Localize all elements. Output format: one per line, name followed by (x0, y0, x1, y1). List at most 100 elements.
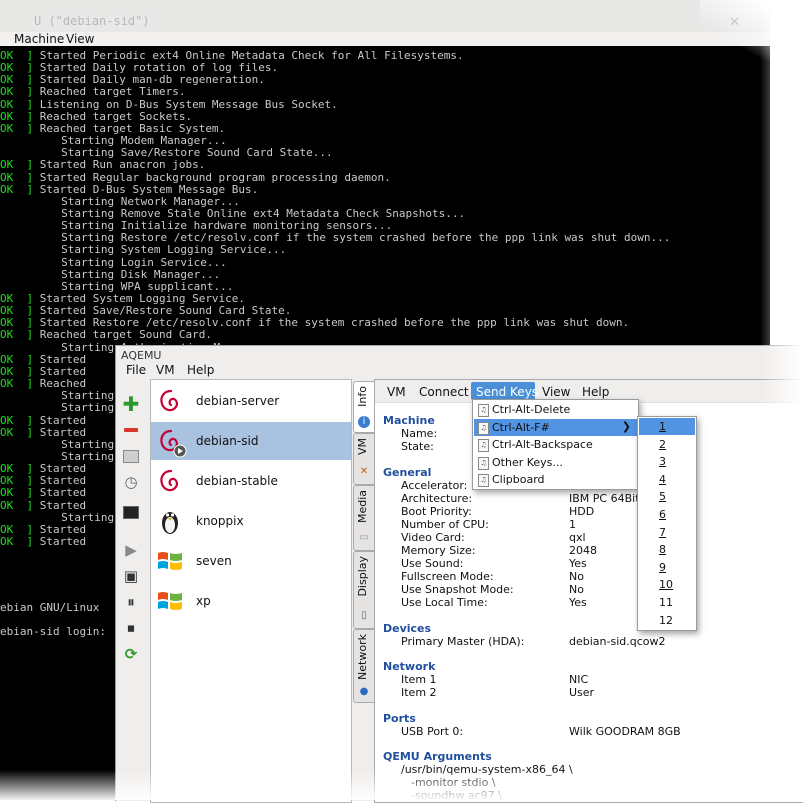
console-line-text: Starting (61, 389, 115, 403)
display-icon: ▯ (361, 610, 367, 621)
property-label: Use Snapshot Mode: (401, 583, 514, 596)
section-machine: Machine (383, 414, 435, 427)
vm-list-item[interactable]: debian-stable (151, 462, 351, 500)
tab-vm[interactable]: VM ✕ (353, 433, 376, 485)
fkey-item[interactable]: 10 (639, 576, 695, 593)
menu-file[interactable]: File (126, 363, 146, 377)
fkey-item[interactable]: 1 (639, 418, 695, 435)
vm-list-item[interactable]: knoppix (151, 502, 351, 540)
fkey-item[interactable]: 6 (639, 506, 695, 523)
ok-status: OK ] (0, 316, 34, 330)
console-line-text: Started Periodic ext4 Online Metadata Ch… (39, 49, 464, 62)
fkey-label: 12 (659, 613, 673, 627)
info-menu-connect[interactable]: Connect (419, 385, 469, 399)
send-keys-item[interactable]: ♫ Clipboard (474, 471, 637, 488)
fkeys-submenu: 1 2 3 4 5 6 7 8 9 10 11 12 (637, 416, 697, 631)
property-value: Yes (569, 596, 587, 609)
remove-vm-icon[interactable] (121, 420, 141, 440)
network-item-value: User (569, 686, 595, 699)
send-keys-item[interactable]: ♫ Other Keys... (474, 454, 637, 471)
play-icon[interactable]: ▶ (121, 540, 141, 560)
qemu-arg-line: /usr/bin/qemu-system-x86_64 \ (401, 763, 573, 776)
menu-help[interactable]: Help (187, 363, 214, 377)
console-line-text: Started (39, 364, 87, 378)
clock-icon[interactable]: ◷ (121, 472, 141, 492)
console-line: OK ] Started D-Bus System Message Bus. (0, 182, 259, 196)
media-icon: ▭ (359, 532, 369, 543)
fkey-item[interactable]: 12 (639, 612, 695, 629)
ok-status: OK ] (0, 85, 34, 99)
console-line-text: Starting Login Service... (61, 255, 227, 269)
save-icon[interactable]: ▣ (121, 566, 141, 586)
debian-icon (155, 386, 185, 416)
vm-settings-icon[interactable] (121, 446, 141, 466)
console-line-text: Started (39, 522, 87, 536)
add-vm-icon[interactable]: ✚ (121, 392, 141, 416)
console-icon[interactable] (121, 502, 141, 522)
ok-status: OK ] (0, 425, 34, 439)
submenu-arrow-icon: ❯ (621, 419, 631, 433)
pause-icon[interactable]: ⏸ (121, 592, 141, 612)
fkey-item[interactable]: 9 (639, 559, 695, 576)
close-icon[interactable]: ✕ (729, 15, 740, 30)
send-keys-item[interactable]: ♫ Ctrl-Alt-Delete (474, 401, 637, 418)
tab-info[interactable]: Info i (353, 381, 375, 433)
property-value: 2048 (569, 544, 597, 557)
vm-list-item[interactable]: xp (151, 582, 351, 620)
tab-info-label: Info (356, 386, 369, 407)
console-line-text: Started Daily rotation of log files. (39, 61, 279, 75)
menu-view[interactable]: View (66, 32, 94, 46)
tab-network[interactable]: Network ● (353, 629, 376, 703)
info-menu-view[interactable]: View (542, 385, 570, 399)
property-value: 1 (569, 518, 576, 531)
fkey-item[interactable]: 2 (639, 436, 695, 453)
machine-name-label: Name: (401, 427, 438, 440)
vm-list-item[interactable]: debian-server (151, 382, 351, 420)
tab-display[interactable]: Display ▯ (353, 551, 376, 629)
fkey-label: 10 (659, 578, 673, 592)
console-line-text: Started Regular background program proce… (39, 170, 391, 184)
fkey-item[interactable]: 4 (639, 471, 695, 488)
info-menu-help[interactable]: Help (582, 385, 609, 399)
fkey-item[interactable]: 3 (639, 453, 695, 470)
info-menu-vm[interactable]: VM (387, 385, 406, 399)
property-value: HDD (569, 505, 595, 518)
keyboard-icon: ♫ (478, 421, 489, 435)
menu-vm[interactable]: VM (156, 363, 175, 377)
section-devices: Devices (383, 622, 432, 635)
vm-list-item[interactable]: debian-sid (151, 422, 351, 460)
device-label: Primary Master (HDA): (401, 635, 525, 648)
console-line-text: Started (39, 462, 87, 476)
fkey-item[interactable]: 8 (639, 541, 695, 558)
menu-machine[interactable]: Machine (14, 32, 64, 46)
keyboard-icon: ♫ (478, 439, 489, 452)
port-label: USB Port 0: (401, 725, 464, 738)
fkey-item[interactable]: 11 (639, 594, 695, 611)
info-menu-send-keys[interactable]: Send Keys (476, 385, 538, 399)
fkey-label: 4 (659, 472, 666, 486)
menu-item-label: Other Keys... (492, 455, 563, 469)
console-line: OK ] Started (0, 536, 86, 548)
vm-list-item[interactable]: seven (151, 542, 351, 580)
console-line-text: Started D-Bus System Message Bus. (39, 182, 259, 196)
vm-name: debian-sid (196, 434, 259, 448)
stop-icon[interactable]: ⏹ (121, 618, 141, 638)
tab-media[interactable]: Media ▭ (353, 485, 376, 551)
send-keys-item[interactable]: ♫ Ctrl-Alt-Backspace (474, 436, 637, 453)
fkey-label: 11 (659, 596, 673, 609)
fkey-label: 7 (659, 525, 666, 539)
property-value: No (569, 583, 584, 596)
property-label: Fullscreen Mode: (401, 570, 494, 583)
send-keys-item[interactable]: ♫ Ctrl-Alt-F# ❯ (474, 418, 637, 436)
login-prompt[interactable]: ebian-sid login: (0, 626, 106, 638)
fkey-label: 5 (659, 490, 666, 504)
fkey-item[interactable]: 7 (639, 524, 695, 541)
console-line-text: Started (39, 498, 87, 512)
reload-icon[interactable]: ⟳ (121, 644, 141, 664)
fkey-item[interactable]: 5 (639, 488, 695, 505)
